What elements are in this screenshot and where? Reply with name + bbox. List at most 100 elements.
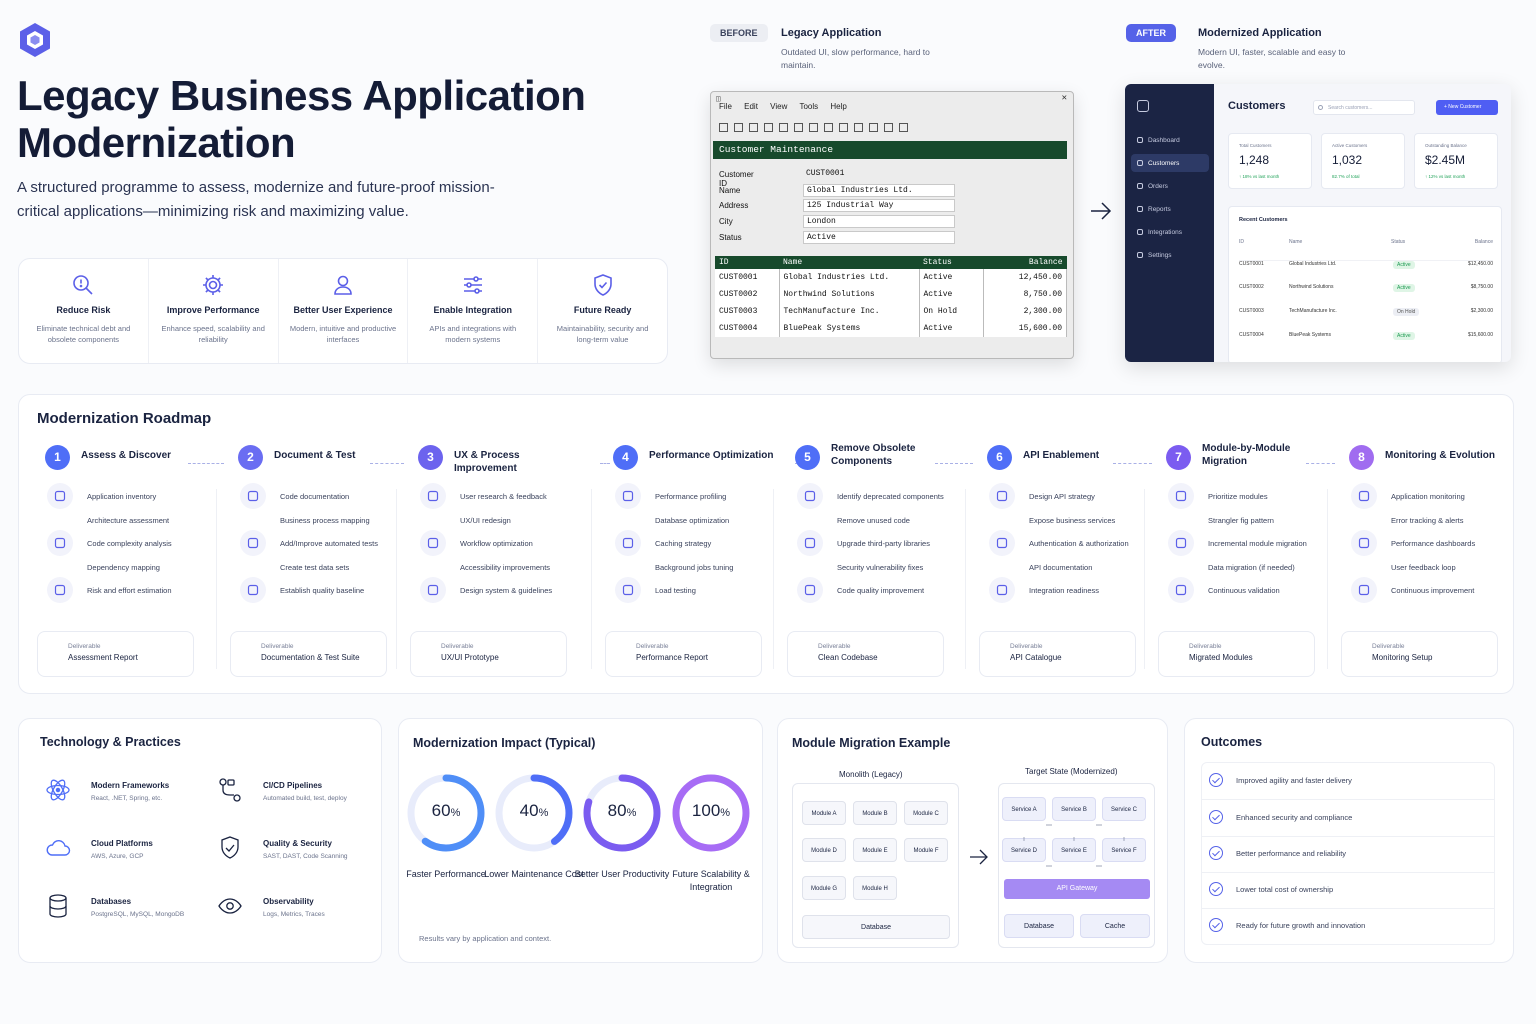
stage-title: Document & Test xyxy=(274,450,356,461)
legacy-module: Module F xyxy=(904,838,948,862)
api-icon xyxy=(989,483,1015,509)
legacy-module: Module E xyxy=(853,838,897,862)
orders-icon xyxy=(1137,183,1143,189)
target-icon xyxy=(47,530,73,556)
toolbar-zoom-icon[interactable] xyxy=(824,123,833,132)
sidebar-item-customers[interactable]: Customers xyxy=(1131,154,1209,172)
toolbar-settings-icon[interactable] xyxy=(899,123,908,132)
toolbar-refresh-icon[interactable] xyxy=(794,123,803,132)
status-field[interactable]: Active xyxy=(803,230,955,244)
address-field[interactable]: 125 Industrial Way xyxy=(803,199,955,213)
stage-title: Assess & Discover xyxy=(81,450,172,461)
toolbar-search-icon[interactable] xyxy=(779,123,788,132)
stage-connector xyxy=(935,463,973,464)
name-field[interactable]: Global Industries Ltd. xyxy=(803,183,955,197)
app-logo-icon xyxy=(1137,100,1149,112)
table-row[interactable]: CUST0001 Global Industries Ltd. Active 12,4… xyxy=(715,269,1067,286)
user-icon xyxy=(420,483,446,509)
menu-tools[interactable]: Tools xyxy=(799,102,818,111)
toolbar-export-icon[interactable] xyxy=(884,123,893,132)
legacy-module: Module D xyxy=(802,838,846,862)
after-pill: AFTER xyxy=(1126,24,1176,42)
shield-check-icon xyxy=(221,836,239,859)
stage-divider xyxy=(965,489,966,669)
city-field[interactable]: London xyxy=(803,215,955,229)
form-label: Status xyxy=(719,232,742,242)
sidebar-item-dashboard[interactable]: Dashboard xyxy=(1131,131,1209,149)
customer-id-field: CUST0001 xyxy=(806,169,845,178)
document-icon xyxy=(240,483,266,509)
goal-user-experience: Better User Experience Modern, intuitive… xyxy=(279,259,409,363)
sidebar-item-orders[interactable]: Orders xyxy=(1131,177,1209,195)
sliders-icon xyxy=(463,276,482,294)
deliverable-card: Deliverable UX/UI Prototype xyxy=(410,631,567,677)
close-icon[interactable]: ✕ xyxy=(1062,93,1067,103)
table-row[interactable]: CUST0002 Northwind Solutions Active $8,750.… xyxy=(1239,284,1493,294)
legacy-module: Module B xyxy=(853,801,897,825)
brand-logo-icon xyxy=(18,22,52,58)
api-gateway: API Gateway xyxy=(1004,879,1150,899)
new-customer-button[interactable]: + New Customer xyxy=(1436,100,1498,115)
table-row[interactable]: CUST0002 Northwind Solutions Active 8,750.0… xyxy=(715,286,1067,303)
outcome-item: Ready for future growth and innovation xyxy=(1201,908,1495,945)
modern-app-window: Dashboard Customers Orders Reports Integ… xyxy=(1125,84,1511,362)
user-icon xyxy=(334,275,352,295)
form-label: Address xyxy=(719,201,749,211)
stage-divider xyxy=(216,489,217,669)
stage-number: 7 xyxy=(1166,445,1191,470)
toolbar-save-icon[interactable] xyxy=(734,123,743,132)
reports-icon xyxy=(1137,206,1143,212)
outcome-item: Enhanced security and compliance xyxy=(1201,800,1495,837)
before-pill: BEFORE xyxy=(710,24,768,42)
technology-panel: Technology & Practices Modern Frameworks… xyxy=(18,718,382,963)
goal-desc: APIs and integrations with modern system… xyxy=(429,324,517,344)
table-row[interactable]: CUST0004 BluePeak Systems Active 15,600.00 xyxy=(715,320,1067,337)
table-row[interactable]: CUST0001 Global Industries Ltd. Active $12,… xyxy=(1239,260,1493,270)
stage-title: Remove Obsolete Components xyxy=(831,443,916,467)
toolbar-delete-icon[interactable] xyxy=(809,123,818,132)
menu-view[interactable]: View xyxy=(770,102,787,111)
toolbar-grid-icon[interactable] xyxy=(869,123,878,132)
form-label: Name xyxy=(719,185,741,195)
impact-note: Results vary by application and context. xyxy=(419,934,552,943)
goal-desc: Eliminate technical debt and obsolete co… xyxy=(36,324,131,344)
sidebar-item-reports[interactable]: Reports xyxy=(1131,200,1209,218)
settings-icon xyxy=(1137,252,1143,258)
target-database: Database xyxy=(1004,914,1074,938)
menu-help[interactable]: Help xyxy=(830,102,846,111)
legacy-module: Module A xyxy=(802,801,846,825)
key-icon xyxy=(989,530,1015,556)
goal-title: Improve Performance xyxy=(166,305,260,315)
toolbar-print-icon[interactable] xyxy=(749,123,758,132)
outcomes-title: Outcomes xyxy=(1201,735,1263,749)
sidebar-item-integrations[interactable]: Integrations xyxy=(1131,223,1209,241)
outcome-item: Lower total cost of ownership xyxy=(1201,872,1495,909)
impact-donut: 40% Lower Maintenance Cost xyxy=(484,773,584,879)
column-header: Status xyxy=(919,256,983,269)
dashboard-icon xyxy=(1351,530,1377,556)
stage-divider xyxy=(591,489,592,669)
users-icon xyxy=(1137,160,1143,166)
deliverable-card: Deliverable API Catalogue xyxy=(979,631,1136,677)
search-input[interactable]: Search customers... xyxy=(1313,100,1415,115)
toolbar-filter-icon[interactable] xyxy=(839,123,848,132)
toolbar-new-icon[interactable] xyxy=(719,123,728,132)
legacy-module: Module H xyxy=(853,876,897,900)
table-header: ID Name Status Balance xyxy=(1239,239,1493,245)
goal-desc: Maintainability, security and long-term … xyxy=(556,324,649,344)
modern-page-title: Customers xyxy=(1228,100,1286,112)
stage-number: 4 xyxy=(613,445,638,470)
table-row[interactable]: CUST0003 TechManufacture Inc. On Hold 2,300… xyxy=(715,303,1067,320)
toolbar-copy-icon[interactable] xyxy=(764,123,773,132)
table-row[interactable]: CUST0004 BluePeak Systems Active $15,600.00 xyxy=(1239,332,1493,342)
impact-title: Modernization Impact (Typical) xyxy=(413,736,596,750)
sidebar-item-settings[interactable]: Settings xyxy=(1131,246,1209,264)
table-row[interactable]: CUST0003 TechManufacture Inc. On Hold $2,30… xyxy=(1239,308,1493,318)
column-header: Balance xyxy=(983,256,1067,269)
gauge-icon xyxy=(615,483,641,509)
goal-integration: Enable Integration APIs and integrations… xyxy=(408,259,539,363)
impact-value: 80% xyxy=(607,801,637,820)
menu-file[interactable]: File xyxy=(719,102,732,111)
toolbar-link-icon[interactable] xyxy=(854,123,863,132)
menu-edit[interactable]: Edit xyxy=(744,102,758,111)
